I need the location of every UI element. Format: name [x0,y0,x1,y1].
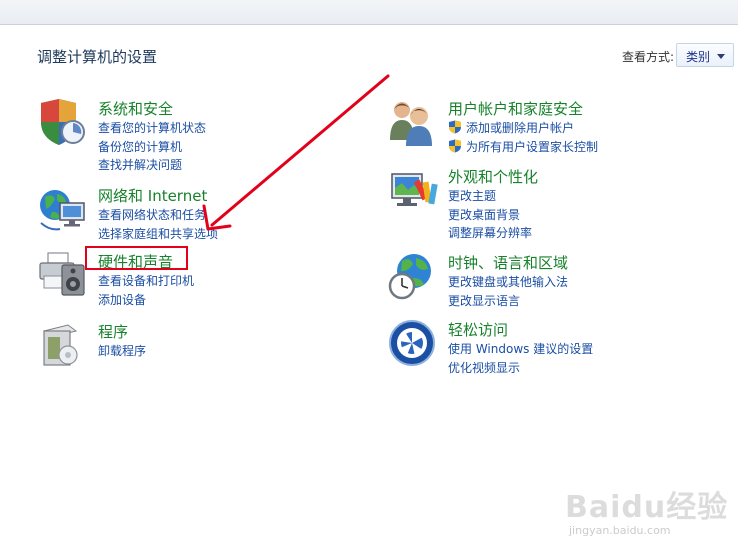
baidu-watermark: Baidu经验 jingyan.baidu.com [565,480,735,546]
view-by-dropdown[interactable]: 类别 [676,43,734,67]
programs-box-icon[interactable] [38,321,92,371]
users-icon[interactable] [388,98,442,148]
page-title: 调整计算机的设置 [37,48,158,66]
watermark-logo: Baidu经验 [565,490,729,525]
link-windows-recommended-settings[interactable]: 使用 Windows 建议的设置 [448,340,593,359]
uac-shield-icon [449,139,461,152]
link-label: 为所有用户设置家长控制 [466,139,599,154]
link-view-computer-status[interactable]: 查看您的计算机状态 [98,119,206,138]
category-title[interactable]: 网络和 Internet [98,185,207,206]
link-optimize-video-display[interactable]: 优化视频显示 [448,359,593,378]
link-change-display-language[interactable]: 更改显示语言 [448,292,568,311]
uac-shield-icon [449,120,461,134]
link-view-network-status[interactable]: 查看网络状态和任务 [98,206,218,225]
category-title[interactable]: 外观和个性化 [448,166,538,187]
link-homegroup-sharing[interactable]: 选择家庭组和共享选项 [98,225,218,244]
chevron-down-icon [717,54,725,59]
category-title[interactable]: 程序 [98,321,128,342]
category-title[interactable]: 硬件和声音 [98,251,173,272]
link-add-remove-accounts[interactable]: 添加或删除用户帐户 [448,119,598,138]
link-change-theme[interactable]: 更改主题 [448,187,532,206]
link-adjust-resolution[interactable]: 调整屏幕分辨率 [448,224,532,243]
category-title[interactable]: 系统和安全 [98,98,173,119]
link-parental-controls[interactable]: 为所有用户设置家长控制 [448,138,598,157]
category-title[interactable]: 用户帐户和家庭安全 [448,98,583,119]
ease-of-access-icon[interactable] [388,319,442,369]
link-backup-computer[interactable]: 备份您的计算机 [98,138,206,157]
link-uninstall-program[interactable]: 卸载程序 [98,342,146,361]
category-title[interactable]: 时钟、语言和区域 [448,252,568,273]
printer-speaker-icon[interactable] [38,251,92,301]
network-globe-icon[interactable] [38,185,92,235]
shield-icon[interactable] [38,98,92,148]
link-find-fix-problems[interactable]: 查找并解决问题 [98,156,206,175]
clock-globe-icon[interactable] [388,252,442,302]
link-change-keyboard-input[interactable]: 更改键盘或其他输入法 [448,273,568,292]
window-top-bar [0,0,738,25]
category-title[interactable]: 轻松访问 [448,319,508,340]
view-by-value: 类别 [686,50,711,64]
watermark-url: jingyan.baidu.com [569,524,671,537]
monitor-palette-icon[interactable] [388,166,442,216]
link-add-device[interactable]: 添加设备 [98,291,194,310]
view-by-label: 查看方式: [622,50,675,64]
link-view-devices-printers[interactable]: 查看设备和打印机 [98,272,194,291]
link-change-desktop-background[interactable]: 更改桌面背景 [448,206,532,225]
link-label: 添加或删除用户帐户 [466,121,575,135]
